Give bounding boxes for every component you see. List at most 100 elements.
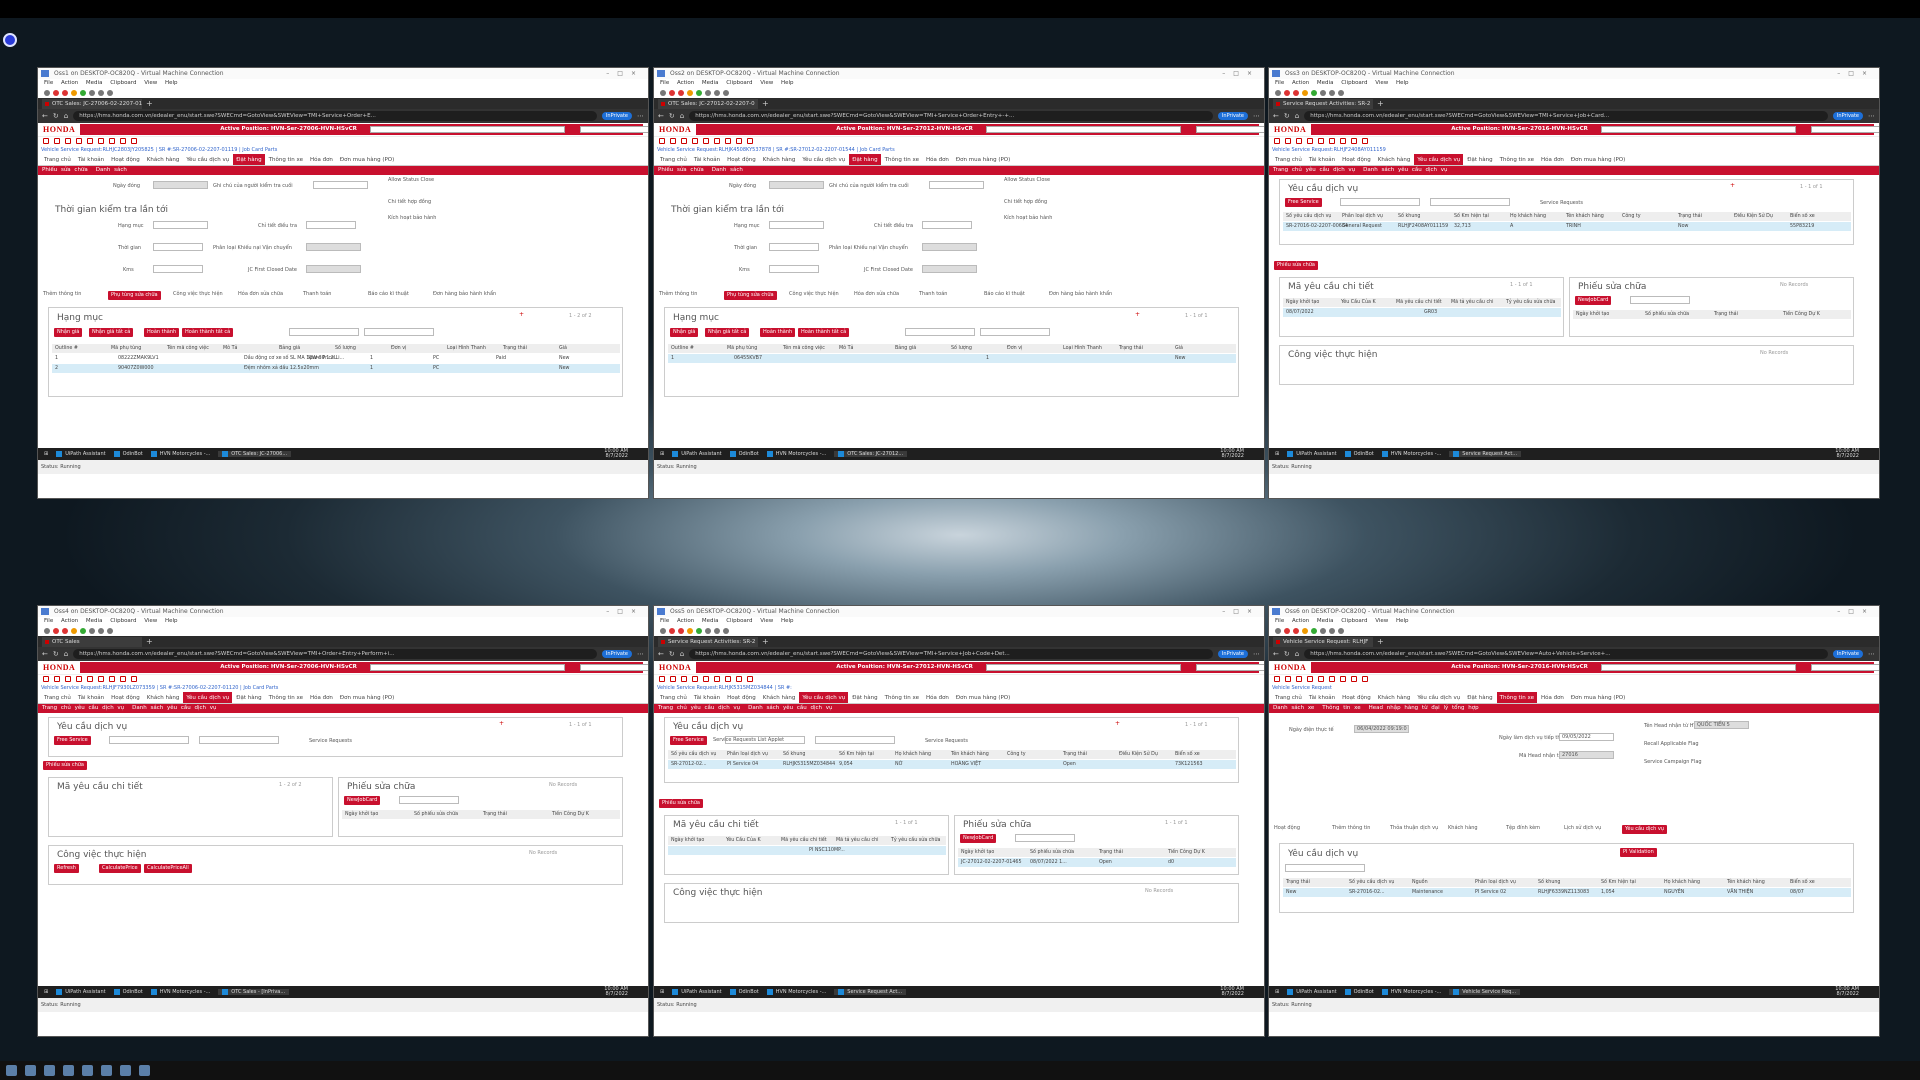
toolbar-icon[interactable] bbox=[703, 138, 709, 144]
back-icon[interactable]: ← bbox=[1273, 112, 1279, 120]
host-chrome-icon[interactable] bbox=[101, 1065, 112, 1076]
tab-thông-tin-xe[interactable]: Thông tin xe bbox=[266, 692, 306, 703]
vm-start-icon[interactable]: ⊞ bbox=[44, 989, 48, 995]
taskbar-item[interactable]: HVN Motorcycles -... bbox=[766, 989, 826, 995]
toolbar-icon[interactable] bbox=[725, 676, 731, 682]
items-query-field[interactable] bbox=[364, 328, 434, 336]
host-app-icon[interactable] bbox=[139, 1065, 150, 1076]
items-button-1[interactable]: Nhận giá tất cả bbox=[705, 328, 750, 337]
sub-tab[interactable]: Trang chủ yêu cầu dịch vụ bbox=[1273, 167, 1355, 173]
reload-icon[interactable]: ↻ bbox=[669, 650, 675, 658]
taskbar-item[interactable]: OdinBot bbox=[113, 451, 143, 457]
vm-toolbar-button-icon[interactable] bbox=[696, 628, 702, 634]
repair-order-tab[interactable]: Phiếu sửa chữa bbox=[659, 799, 703, 808]
toolbar-icon[interactable] bbox=[65, 676, 71, 682]
vm-toolbar-button-icon[interactable] bbox=[1338, 90, 1344, 96]
new-tab-icon[interactable]: + bbox=[146, 637, 153, 647]
host-store-icon[interactable] bbox=[63, 1065, 74, 1076]
tab-hoạt-động[interactable]: Hoạt động bbox=[1339, 692, 1374, 703]
taskbar-item[interactable]: OdinBot bbox=[729, 989, 759, 995]
taskbar-item-active[interactable]: OTC Sales: JC-27012... bbox=[834, 451, 908, 457]
menu-icon[interactable]: ⋯ bbox=[1868, 112, 1875, 120]
taskbar-item[interactable]: HVN Motorcycles -... bbox=[766, 451, 826, 457]
vm-toolbar-button-icon[interactable] bbox=[705, 90, 711, 96]
toolbar-icon[interactable] bbox=[1362, 138, 1368, 144]
url-field[interactable]: https://hms.honda.com.vn/edealer_enu/sta… bbox=[1304, 649, 1828, 659]
home-icon[interactable]: ⌂ bbox=[64, 112, 68, 120]
subtab-3[interactable]: Hóa đơn sửa chữa bbox=[854, 291, 899, 297]
taskbar-item[interactable]: HVN Motorcycles -... bbox=[1381, 451, 1441, 457]
tab-hoạt-động[interactable]: Hoạt động bbox=[1339, 154, 1374, 165]
breadcrumb[interactable]: Vehicle Service Request:RLHJK4508KY53787… bbox=[654, 146, 1264, 154]
sr-add-icon[interactable]: + bbox=[1115, 720, 1120, 727]
sr-add-icon[interactable]: + bbox=[499, 720, 504, 727]
position-select-2[interactable] bbox=[1196, 126, 1264, 133]
toolbar-icon[interactable] bbox=[1351, 138, 1357, 144]
items-query-select[interactable] bbox=[905, 328, 975, 336]
menu-icon[interactable]: ⋯ bbox=[637, 112, 644, 120]
tab-yêu-cầu-dịch-vụ[interactable]: Yêu cầu dịch vụ bbox=[799, 692, 849, 703]
taskbar-item[interactable]: HVN Motorcycles -... bbox=[150, 989, 210, 995]
vm-toolbar-button-icon[interactable] bbox=[53, 628, 59, 634]
position-select[interactable] bbox=[370, 664, 566, 671]
taskbar-item[interactable]: OdinBot bbox=[1344, 989, 1374, 995]
sub-tab[interactable]: Danh sách xe bbox=[1273, 705, 1314, 711]
vm-toolbar-button-icon[interactable] bbox=[723, 628, 729, 634]
toolbar-icon[interactable] bbox=[109, 138, 115, 144]
subtab-2[interactable]: Công việc thực hiện bbox=[789, 291, 839, 297]
toolbar-icon[interactable] bbox=[131, 676, 137, 682]
tab-khách-hàng[interactable]: Khách hàng bbox=[760, 692, 799, 703]
vm-toolbar-button-icon[interactable] bbox=[669, 628, 675, 634]
tab-hóa-đơn[interactable]: Hóa đơn bbox=[1538, 692, 1567, 703]
url-field[interactable]: https://hms.honda.com.vn/edealer_enu/sta… bbox=[1304, 111, 1828, 121]
items-query-field[interactable] bbox=[980, 328, 1050, 336]
subtab-5[interactable]: Báo cáo kĩ thuật bbox=[368, 291, 409, 297]
vm-toolbar-button-icon[interactable] bbox=[678, 90, 684, 96]
vm-toolbar-button-icon[interactable] bbox=[1302, 628, 1308, 634]
kms-field[interactable] bbox=[153, 265, 203, 273]
free-service-button[interactable]: Free Service bbox=[670, 736, 707, 745]
new-tab-icon[interactable]: + bbox=[1377, 99, 1384, 109]
tab-tài-khoản[interactable]: Tài khoản bbox=[1306, 692, 1338, 703]
items-button-1[interactable]: Nhận giá tất cả bbox=[89, 328, 134, 337]
vm-toolbar-button-icon[interactable] bbox=[1293, 90, 1299, 96]
vm-toolbar-button-icon[interactable] bbox=[696, 90, 702, 96]
new-tab-icon[interactable]: + bbox=[762, 99, 769, 109]
item-row[interactable]: 1 06455KVB7 1 New bbox=[668, 354, 1236, 363]
toolbar-icon[interactable] bbox=[670, 676, 676, 682]
url-field[interactable]: https://hms.honda.com.vn/edealer_enu/sta… bbox=[689, 649, 1213, 659]
sr-query-field[interactable] bbox=[1340, 198, 1420, 206]
tab-tài-khoản[interactable]: Tài khoản bbox=[691, 692, 723, 703]
taskbar-item-active[interactable]: OTC Sales: JC-27006... bbox=[218, 451, 292, 457]
host-file-explorer-icon[interactable] bbox=[44, 1065, 55, 1076]
detail-row[interactable]: PI NSC110MP... bbox=[668, 846, 946, 855]
newjobcard-button[interactable]: NewJobCard bbox=[960, 834, 997, 843]
toolbar-icon[interactable] bbox=[76, 138, 82, 144]
menu-icon[interactable]: ⋯ bbox=[637, 650, 644, 658]
url-field[interactable]: https://hms.honda.com.vn/edealer_enu/sta… bbox=[73, 649, 597, 659]
table-header[interactable]: Ngày khởi tạo Yêu Cầu Của K Mã yêu cầu chi… bbox=[1283, 298, 1561, 307]
tab-thông-tin-xe[interactable]: Thông tin xe bbox=[1497, 154, 1537, 165]
toolbar-icon[interactable] bbox=[98, 676, 104, 682]
sub-tab[interactable]: Danh sách bbox=[712, 167, 743, 173]
vehicle-subtab-3[interactable]: Khách hàng bbox=[1448, 825, 1478, 831]
taskbar-item[interactable]: UiPath Assistant bbox=[1287, 989, 1337, 995]
item-field[interactable] bbox=[769, 221, 824, 229]
breadcrumb[interactable]: Vehicle Service Request bbox=[1269, 684, 1879, 692]
vm-menu-bar[interactable]: File Action Media Clipboard View Help bbox=[1269, 79, 1879, 88]
subtab-0[interactable]: Thêm thông tin bbox=[659, 291, 697, 297]
date-field[interactable] bbox=[769, 181, 824, 189]
taskbar-item-active[interactable]: Vehicle Service Req... bbox=[1449, 989, 1521, 995]
vm-start-icon[interactable]: ⊞ bbox=[44, 451, 48, 457]
toolbar-icon[interactable] bbox=[1318, 138, 1324, 144]
tab-đơn-mua-hàng-(po)[interactable]: Đơn mua hàng (PO) bbox=[953, 692, 1013, 703]
items-button-3[interactable]: Hoàn thành tất cả bbox=[798, 328, 850, 337]
url-field[interactable]: https://hms.honda.com.vn/edealer_enu/sta… bbox=[689, 111, 1213, 121]
vehicle-subtab-0[interactable]: Hoạt động bbox=[1274, 825, 1300, 831]
first-closed-field[interactable] bbox=[306, 265, 361, 273]
toolbar-icon[interactable] bbox=[1307, 676, 1313, 682]
items-button-0[interactable]: Nhận giá bbox=[670, 328, 699, 337]
toolbar-icon[interactable] bbox=[43, 676, 49, 682]
back-icon[interactable]: ← bbox=[658, 112, 664, 120]
vm-toolbar-button-icon[interactable] bbox=[687, 628, 693, 634]
